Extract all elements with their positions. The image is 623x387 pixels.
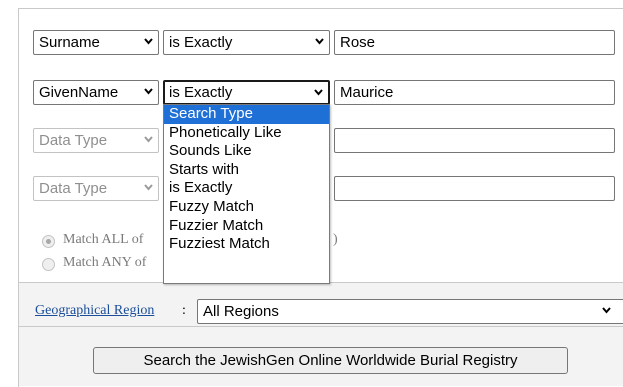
- search-type-value: is Exactly: [169, 84, 233, 101]
- field-select-value: Data Type: [39, 180, 108, 197]
- geographical-region-colon: :: [182, 303, 186, 318]
- dropdown-option[interactable]: Fuzzy Match: [164, 198, 329, 217]
- dropdown-option[interactable]: is Exactly: [164, 179, 329, 198]
- search-value-input[interactable]: Maurice: [334, 80, 615, 105]
- field-select-value: GivenName: [39, 84, 119, 101]
- search-type-value: is Exactly: [169, 34, 233, 51]
- match-any-label: Match ANY of: [63, 255, 147, 270]
- chevron-down-icon: [144, 37, 153, 45]
- search-button[interactable]: Search the JewishGen Online Worldwide Bu…: [93, 347, 568, 374]
- field-select-data-type[interactable]: Data Type: [33, 128, 159, 153]
- search-type-select-open[interactable]: is Exactly: [163, 80, 330, 105]
- match-any-radio[interactable]: [42, 258, 55, 271]
- match-paren: ): [333, 232, 338, 247]
- chevron-down-icon: [315, 37, 324, 45]
- field-select-surname[interactable]: Surname: [33, 30, 159, 55]
- match-all-radio[interactable]: [42, 235, 55, 248]
- search-value-input[interactable]: Rose: [334, 30, 615, 55]
- chevron-down-icon: [144, 87, 153, 95]
- dropdown-option[interactable]: Sounds Like: [164, 142, 329, 161]
- search-value-input[interactable]: [334, 176, 615, 201]
- chevron-down-icon: [314, 88, 323, 96]
- search-value-input[interactable]: [334, 128, 615, 153]
- field-select-givenname[interactable]: GivenName: [33, 80, 159, 105]
- dropdown-option[interactable]: Fuzzier Match: [164, 217, 329, 236]
- dropdown-option[interactable]: Starts with: [164, 161, 329, 180]
- region-select[interactable]: All Regions: [197, 299, 623, 324]
- match-all-label: Match ALL of: [63, 232, 144, 247]
- divider: [18, 326, 623, 327]
- field-select-value: Surname: [39, 34, 100, 51]
- chevron-down-icon: [144, 183, 153, 191]
- search-type-dropdown-list: Search Type Phonetically Like Sounds Lik…: [163, 104, 330, 284]
- search-type-select[interactable]: is Exactly: [163, 30, 330, 55]
- field-select-value: Data Type: [39, 132, 108, 149]
- field-select-data-type[interactable]: Data Type: [33, 176, 159, 201]
- dropdown-option[interactable]: Phonetically Like: [164, 124, 329, 143]
- chevron-down-icon: [602, 306, 611, 314]
- dropdown-option[interactable]: Fuzziest Match: [164, 235, 329, 254]
- geographical-region-link[interactable]: Geographical Region: [35, 303, 154, 319]
- dropdown-option[interactable]: Search Type: [164, 105, 329, 124]
- region-select-value: All Regions: [203, 303, 279, 320]
- chevron-down-icon: [144, 135, 153, 143]
